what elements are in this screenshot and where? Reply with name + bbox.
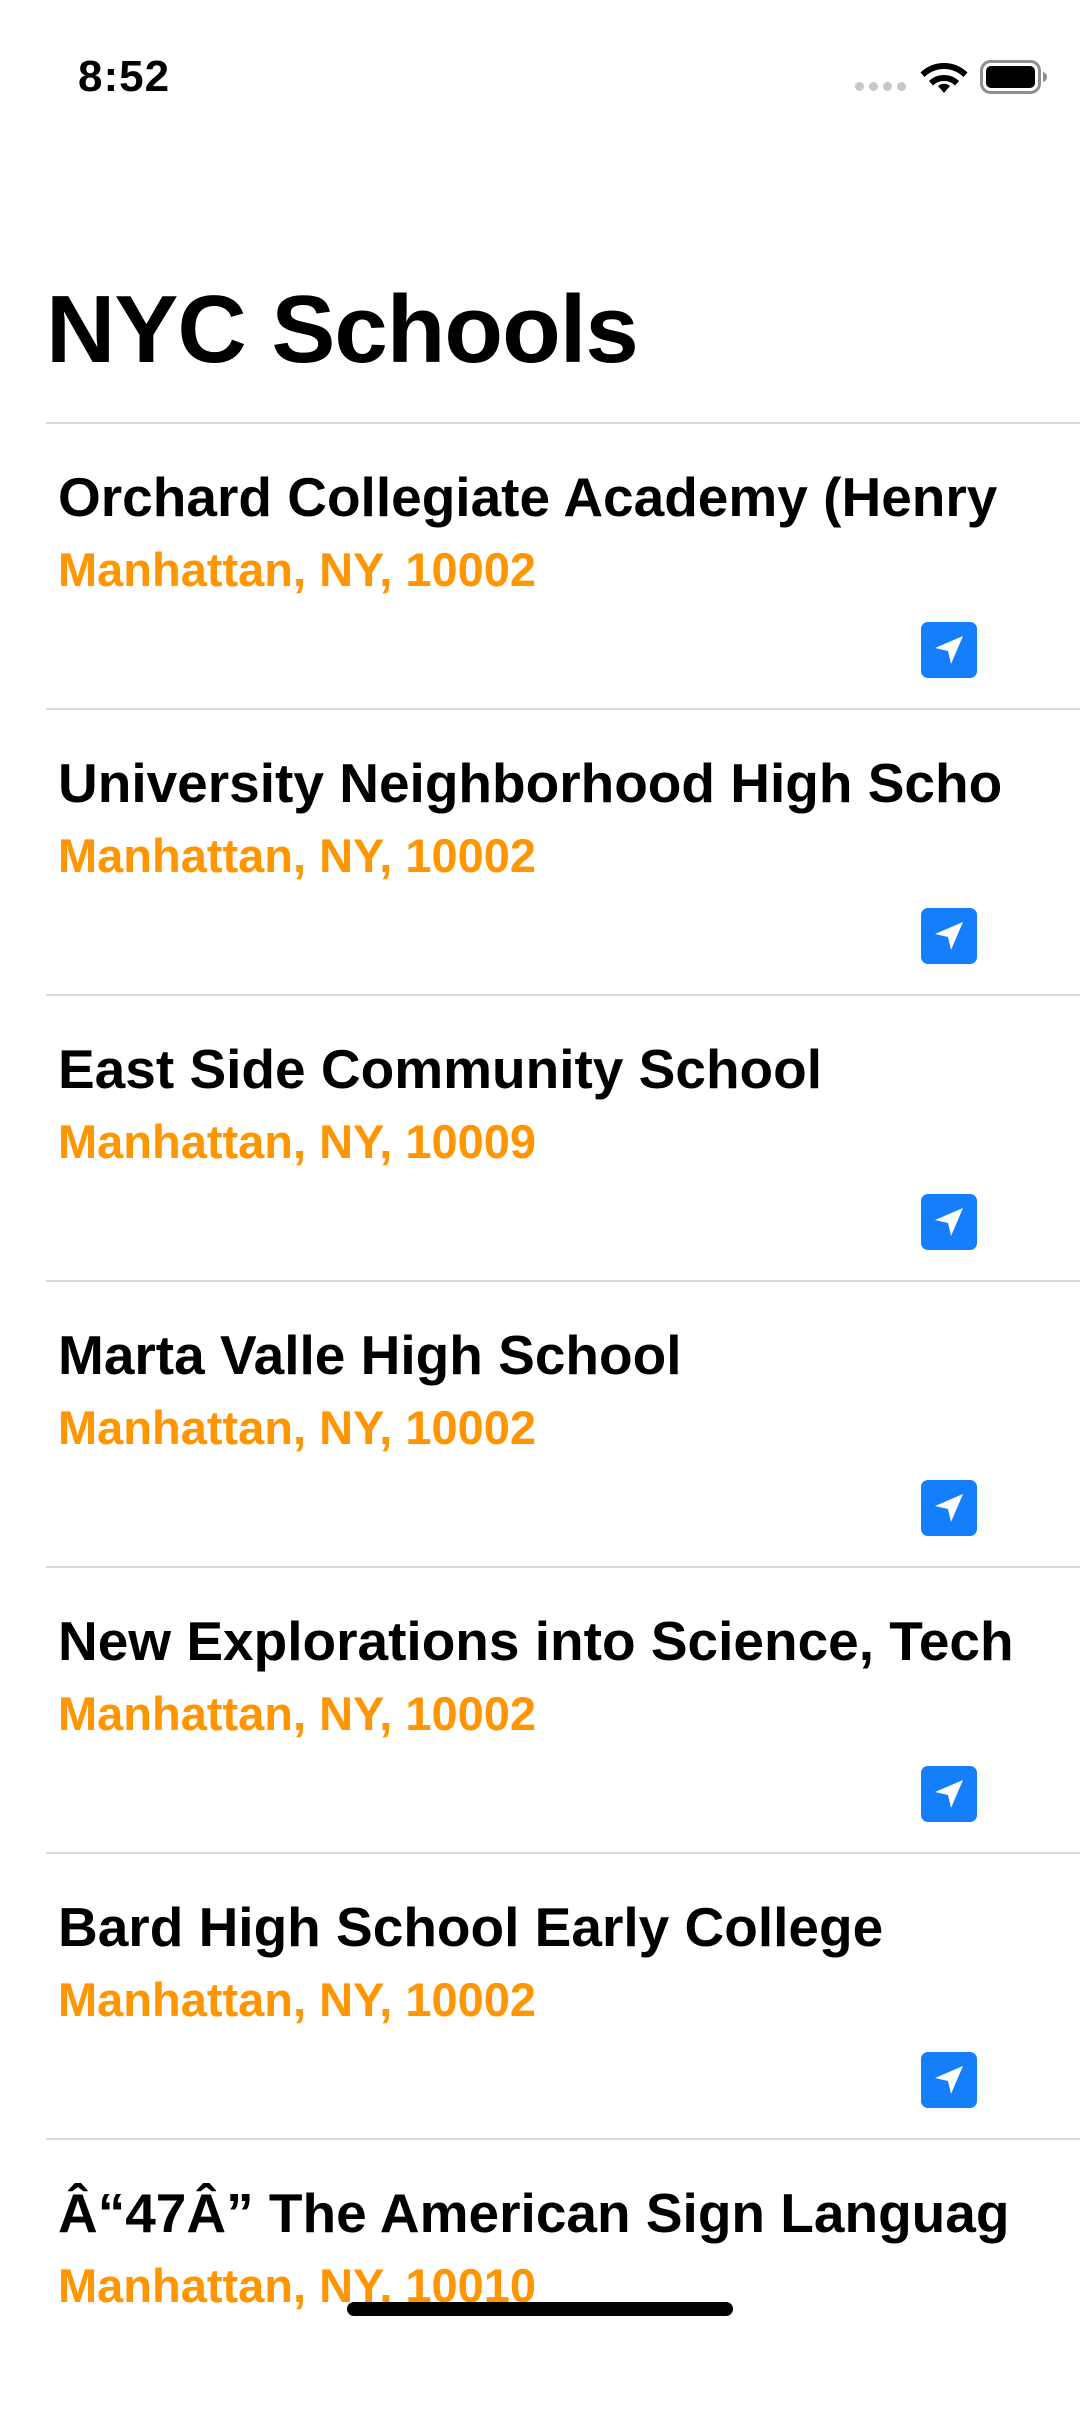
location-button[interactable]	[921, 2052, 977, 2108]
school-name: Bard High School Early College	[58, 1896, 884, 1958]
school-row[interactable]: Marta Valle High School Manhattan, NY, 1…	[46, 1280, 1080, 1566]
location-arrow-icon	[935, 1208, 963, 1236]
school-name: Marta Valle High School	[58, 1324, 682, 1386]
location-button[interactable]	[921, 1480, 977, 1536]
school-location: Manhattan, NY, 10009	[58, 1115, 537, 1168]
school-row[interactable]: East Side Community School Manhattan, NY…	[46, 994, 1080, 1280]
home-indicator[interactable]	[347, 2302, 733, 2316]
school-name: Â“47Â” The American Sign Languag	[58, 2182, 1010, 2244]
school-list: Orchard Collegiate Academy (Henry Manhat…	[46, 422, 1080, 2424]
school-row[interactable]: Orchard Collegiate Academy (Henry Manhat…	[46, 422, 1080, 708]
battery-icon	[980, 60, 1047, 94]
cellular-signal-icon	[855, 82, 907, 94]
school-name: New Explorations into Science, Tech	[58, 1610, 1014, 1672]
location-arrow-icon	[935, 1494, 963, 1522]
school-row[interactable]: New Explorations into Science, Tech Manh…	[46, 1566, 1080, 1852]
school-name: East Side Community School	[58, 1038, 823, 1100]
wifi-icon	[920, 63, 968, 93]
school-row[interactable]: Bard High School Early College Manhattan…	[46, 1852, 1080, 2138]
school-name: Orchard Collegiate Academy (Henry	[58, 466, 998, 528]
location-arrow-icon	[935, 636, 963, 664]
location-arrow-icon	[935, 2066, 963, 2094]
school-location: Manhattan, NY, 10002	[58, 1401, 537, 1454]
status-time: 8:52	[78, 52, 171, 101]
location-button[interactable]	[921, 1194, 977, 1250]
school-location: Manhattan, NY, 10002	[58, 1687, 537, 1740]
location-arrow-icon	[935, 1780, 963, 1808]
school-name: University Neighborhood High Scho	[58, 752, 1003, 814]
school-row[interactable]: Â“47Â” The American Sign Languag Manhatt…	[46, 2138, 1080, 2424]
location-button[interactable]	[921, 622, 977, 678]
location-arrow-icon	[935, 922, 963, 950]
location-button[interactable]	[921, 1766, 977, 1822]
school-row[interactable]: University Neighborhood High Scho Manhat…	[46, 708, 1080, 994]
school-location: Manhattan, NY, 10002	[58, 1973, 537, 2026]
page-title: NYC Schools	[46, 276, 639, 383]
school-location: Manhattan, NY, 10002	[58, 829, 537, 882]
status-bar: 8:52	[0, 0, 1080, 150]
location-button[interactable]	[921, 908, 977, 964]
school-location: Manhattan, NY, 10002	[58, 543, 537, 596]
